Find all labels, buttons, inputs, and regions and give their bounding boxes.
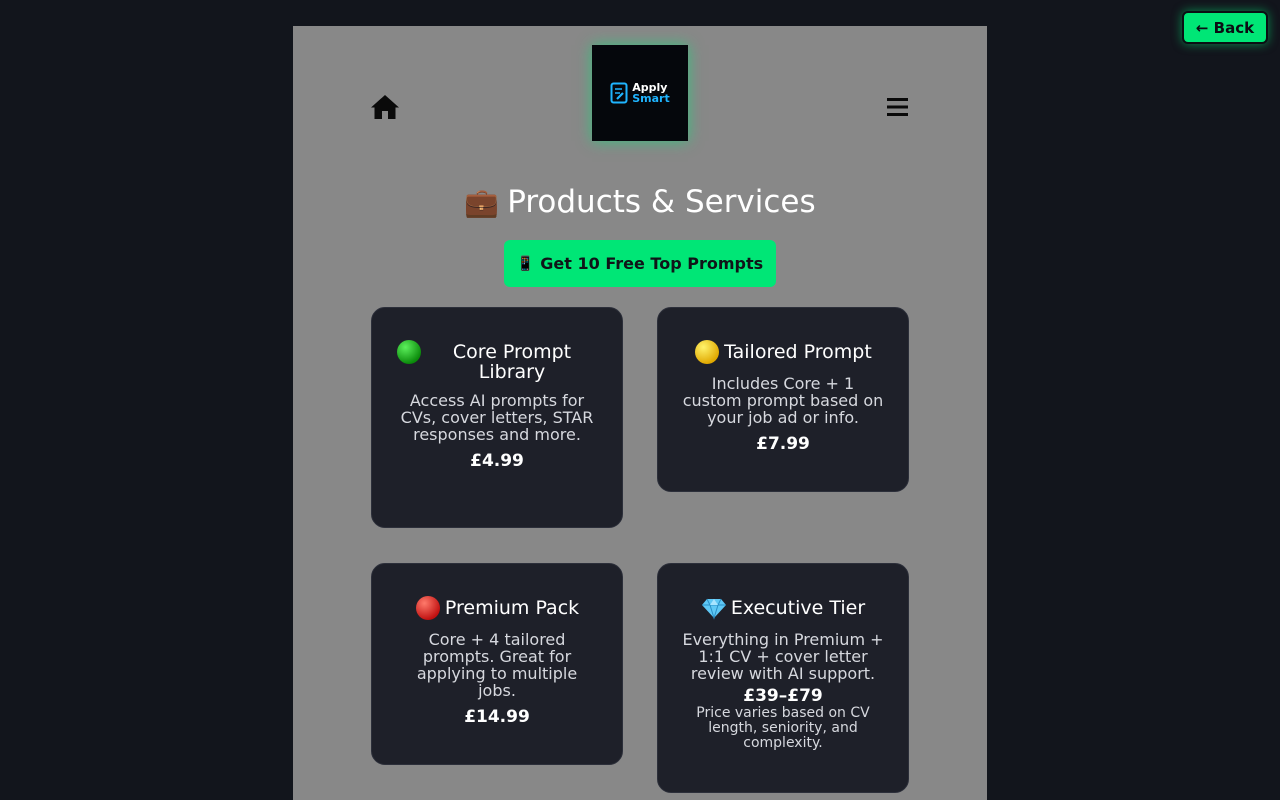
product-card-premium[interactable]: Premium Pack Core + 4 tailored prompts. … [371, 563, 623, 765]
card-title-text: Tailored Prompt [724, 341, 872, 363]
card-title: Core Prompt Library [396, 339, 598, 383]
home-icon[interactable] [370, 92, 400, 122]
green-circle-icon [396, 339, 422, 365]
card-price-note: Price varies based on CV length, seniori… [696, 705, 870, 751]
card-description: Everything in Premium + 1:1 CV + cover l… [682, 630, 884, 683]
card-title-text: Premium Pack [444, 597, 580, 619]
product-card-tailored[interactable]: Tailored Prompt Includes Core + 1 custom… [657, 307, 909, 492]
card-title: Tailored Prompt [682, 339, 884, 365]
card-price: £4.99 [470, 451, 524, 471]
document-pen-icon [610, 82, 628, 104]
yellow-circle-icon [694, 339, 720, 365]
free-prompts-label: Get 10 Free Top Prompts [540, 254, 764, 273]
card-price: £39–£79 [743, 686, 823, 706]
diamond-icon [701, 595, 727, 621]
logo-text-line2: Smart [632, 92, 670, 105]
page-title-text: Products & Services [507, 184, 816, 220]
card-title: Premium Pack [396, 595, 598, 621]
card-title-text: Core Prompt Library [452, 341, 572, 383]
product-card-executive[interactable]: Executive Tier Everything in Premium + 1… [657, 563, 909, 793]
card-description: Includes Core + 1 custom prompt based on… [682, 374, 884, 427]
card-price: £14.99 [464, 707, 530, 727]
card-price: £7.99 [756, 434, 810, 454]
briefcase-icon: 💼 [464, 185, 500, 219]
card-title-text: Executive Tier [730, 597, 866, 619]
page-container: Apply Smart 💼 Products & Services 📱 Get … [293, 26, 987, 800]
card-title: Executive Tier [682, 598, 884, 621]
card-description: Access AI prompts for CVs, cover letters… [400, 391, 594, 444]
app-logo[interactable]: Apply Smart [592, 45, 688, 141]
red-circle-icon [415, 595, 441, 621]
free-prompts-button[interactable]: 📱 Get 10 Free Top Prompts [504, 240, 776, 287]
back-button[interactable]: ← Back [1182, 11, 1268, 44]
page-title: 💼 Products & Services [293, 184, 987, 220]
phone-icon: 📱 [516, 255, 535, 272]
card-description: Core + 4 tailored prompts. Great for app… [416, 630, 578, 700]
product-card-core[interactable]: Core Prompt Library Access AI prompts fo… [371, 307, 623, 528]
hamburger-menu-icon[interactable] [885, 93, 910, 121]
